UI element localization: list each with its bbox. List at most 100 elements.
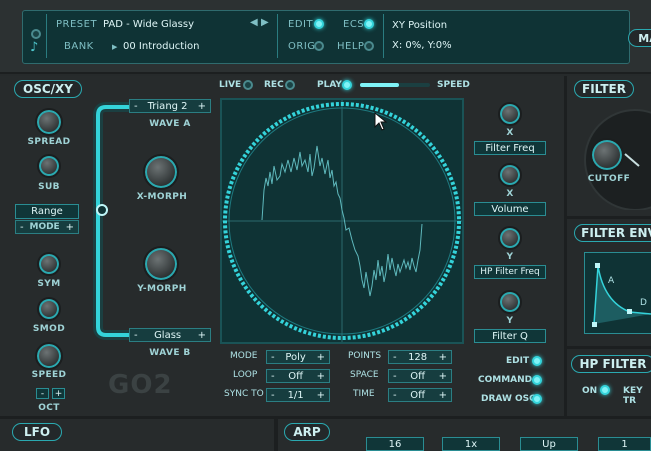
oct-minus[interactable]: - — [36, 388, 49, 399]
wave-mix-handle[interactable] — [96, 204, 108, 216]
oct-label: OCT — [38, 403, 60, 413]
range-field[interactable]: Range — [15, 204, 79, 219]
y1-depth-knob[interactable] — [498, 226, 522, 250]
go2-logo: GO2 — [108, 370, 173, 400]
live-label: LIVE — [219, 80, 242, 90]
bank-name[interactable]: 00 Introduction — [123, 41, 199, 52]
mode-selector[interactable]: - MODE + — [15, 220, 79, 234]
x-morph-knob[interactable] — [143, 154, 179, 190]
wave-a-minus[interactable]: - — [134, 101, 138, 112]
preset-name[interactable]: PAD - Wide Glassy — [103, 19, 194, 30]
sync-to-selector[interactable]: -1/1 + — [266, 388, 330, 402]
y2-depth-knob[interactable] — [498, 290, 522, 314]
arp-rate[interactable]: 1 — [598, 437, 651, 451]
power-led[interactable] — [31, 29, 41, 39]
spread-knob[interactable] — [35, 108, 63, 136]
y1-target-field[interactable]: HP Filter Freq — [474, 265, 546, 279]
x2-depth-knob[interactable] — [498, 163, 522, 187]
sub-label: SUB — [38, 182, 60, 192]
speed-label: SPEED — [31, 370, 67, 380]
divider — [567, 216, 651, 219]
wave-b-selector[interactable]: - Glass + — [129, 328, 211, 342]
edit-targets-label: EDIT — [506, 356, 530, 366]
points-selector[interactable]: -128 + — [388, 350, 452, 364]
arp-steps[interactable]: 16 — [366, 437, 424, 451]
wave-a-selector[interactable]: - Triang 2 + — [129, 99, 211, 113]
sym-label: SYM — [37, 279, 61, 289]
command-led[interactable] — [532, 375, 542, 385]
ecs-label: ECS — [343, 19, 365, 30]
loop-selector[interactable]: - Off + — [266, 369, 330, 383]
edit-led[interactable] — [314, 19, 324, 29]
hp-on-led[interactable] — [600, 385, 610, 395]
orig-led[interactable] — [314, 41, 324, 51]
sync-to-label: SYNC TO — [224, 389, 264, 399]
preset-label: PRESET — [56, 19, 98, 30]
edit-targets-led[interactable] — [532, 356, 542, 366]
info-title: XY Position — [392, 20, 448, 31]
draw-osc-label: DRAW OSC — [481, 394, 536, 404]
x1-label: X — [506, 128, 514, 138]
x2-label: X — [506, 189, 514, 199]
filter-env-title: FILTER ENV — [574, 224, 651, 242]
wave-b-label: WAVE B — [149, 348, 191, 358]
macro-button[interactable]: MA — [628, 29, 651, 47]
mode-minus[interactable]: - — [20, 222, 24, 233]
bank-label: BANK — [64, 41, 94, 52]
space-selector[interactable]: - Off + — [388, 369, 452, 383]
x-morph-label: X-MORPH — [136, 192, 188, 202]
cutoff-knob[interactable] — [590, 138, 624, 172]
live-led[interactable] — [243, 80, 253, 90]
preset-next-icon[interactable]: ▶ — [261, 17, 269, 28]
cutoff-label: CUTOFF — [587, 174, 631, 184]
wave-a-value: Triang 2 — [147, 100, 188, 112]
divider — [383, 14, 384, 58]
y-morph-knob[interactable] — [143, 246, 179, 282]
wave-b-plus[interactable]: + — [198, 330, 206, 341]
points-label: POINTS — [348, 351, 382, 361]
mode-plus[interactable]: + — [66, 222, 74, 233]
mode-label: MODE — [29, 222, 60, 232]
wave-routing-bracket — [93, 102, 132, 340]
mouse-cursor-icon — [374, 112, 388, 131]
time-selector[interactable]: - Off + — [388, 388, 452, 402]
speed-slider[interactable] — [360, 83, 430, 87]
spread-label: SPREAD — [27, 137, 71, 147]
mode-setting-label: MODE — [230, 351, 258, 361]
filter-title: FILTER — [574, 80, 634, 98]
rec-led[interactable] — [285, 80, 295, 90]
arp-title: ARP — [284, 423, 330, 441]
orig-label: ORIG — [288, 41, 316, 52]
y2-target-field[interactable]: Filter Q — [474, 329, 546, 343]
speed-knob[interactable] — [35, 342, 63, 370]
arp-octave[interactable]: 1x — [442, 437, 500, 451]
divider — [46, 14, 47, 58]
sym-knob[interactable] — [37, 252, 61, 276]
divider — [567, 346, 651, 349]
smod-knob[interactable] — [37, 297, 61, 321]
env-d-label: D — [640, 298, 647, 308]
draw-osc-led[interactable] — [532, 394, 542, 404]
preset-prev-icon[interactable]: ◀ — [250, 17, 258, 28]
play-led[interactable] — [342, 80, 352, 90]
x2-target-field[interactable]: Volume — [474, 202, 546, 216]
lfo-title: LFO — [12, 423, 62, 441]
oct-plus[interactable]: + — [52, 388, 65, 399]
sub-knob[interactable] — [37, 154, 61, 178]
time-label: TIME — [353, 389, 375, 399]
space-value: Off — [410, 370, 425, 382]
mode-setting-selector[interactable]: - Poly + — [266, 350, 330, 364]
edit-label: EDIT — [288, 19, 314, 30]
wave-b-minus[interactable]: - — [134, 330, 138, 341]
help-led[interactable] — [364, 41, 374, 51]
wave-a-label: WAVE A — [149, 119, 191, 129]
help-label: HELP — [337, 41, 365, 52]
keytrack-label: KEY TR — [623, 386, 643, 406]
divider — [277, 14, 278, 58]
x1-depth-knob[interactable] — [498, 102, 522, 126]
arp-direction[interactable]: Up — [520, 437, 578, 451]
wave-a-plus[interactable]: + — [198, 101, 206, 112]
ecs-led[interactable] — [364, 19, 374, 29]
x1-target-field[interactable]: Filter Freq — [474, 141, 546, 155]
osc-xy-title: OSC/XY — [14, 80, 82, 98]
